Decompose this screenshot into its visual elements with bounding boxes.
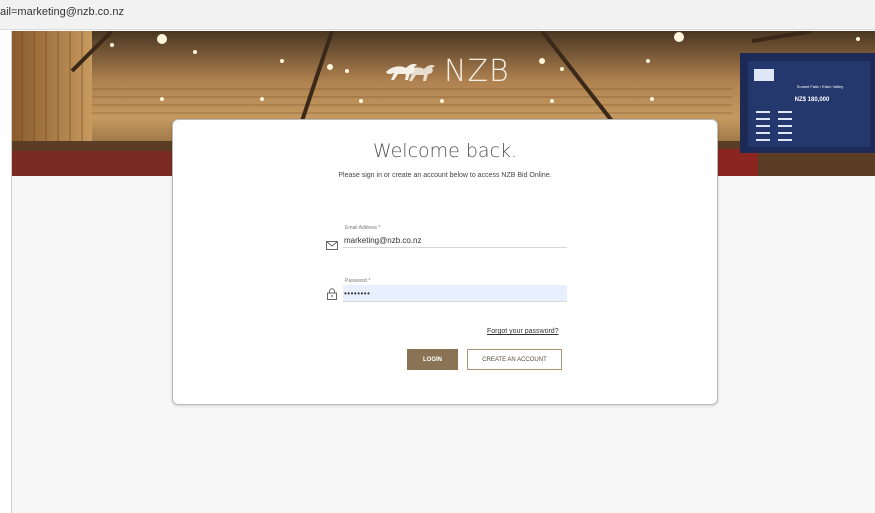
page-title: Welcome back.	[372, 140, 518, 162]
password-field[interactable]	[343, 285, 567, 302]
login-button[interactable]: LOGIN	[407, 349, 458, 370]
password-label: Password *	[345, 278, 371, 284]
address-bar[interactable]: ail=marketing@nzb.co.nz	[0, 0, 875, 30]
login-card: Welcome back. Please sign in or create a…	[172, 119, 718, 405]
scoreboard-price: NZ$ 180,000	[795, 97, 830, 103]
mail-icon	[326, 237, 338, 255]
horses-logo-icon	[386, 64, 435, 81]
nzb-logo: NZB	[384, 51, 510, 91]
email-field[interactable]	[343, 233, 567, 248]
logo-text: NZB	[444, 53, 510, 89]
email-label: Email Address *	[345, 225, 381, 231]
page: Sunset Falls / Eden Valley NZ$ 180,000 N…	[11, 31, 875, 513]
address-bar-text: ail=marketing@nzb.co.nz	[0, 6, 124, 18]
create-account-button[interactable]: CREATE AN ACCOUNT	[467, 349, 562, 370]
scoreboard-title: Sunset Falls / Eden Valley	[797, 84, 843, 89]
page-subtitle: Please sign in or create an account belo…	[338, 172, 552, 179]
lock-icon	[327, 287, 337, 305]
forgot-password-link[interactable]: Forgot your password?	[487, 328, 559, 335]
